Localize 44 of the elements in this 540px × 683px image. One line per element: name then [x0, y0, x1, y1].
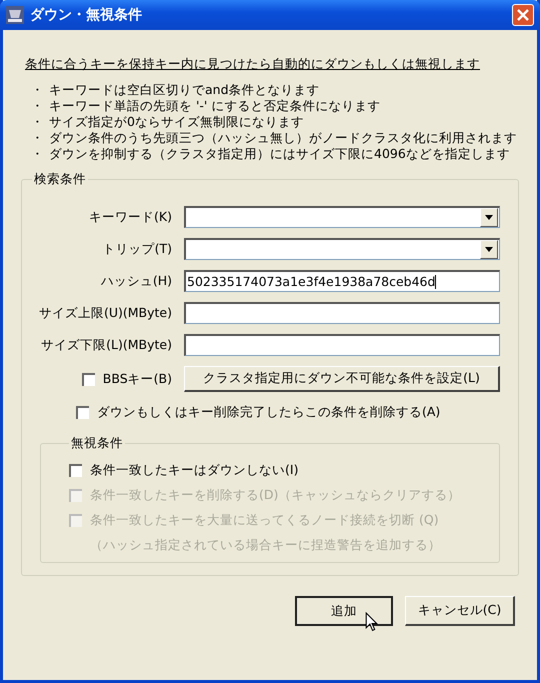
checkbox[interactable]	[69, 464, 82, 477]
checkbox-label: 条件一致したキーはダウンしない(I)	[90, 462, 298, 479]
dropdown-button[interactable]	[480, 208, 498, 227]
combo-box[interactable]	[184, 238, 500, 260]
bullet-mark: ・	[31, 99, 45, 113]
close-icon	[517, 9, 529, 21]
caret-icon	[485, 247, 493, 252]
bullet-text: サイズ指定が0ならサイズ無制限になります	[49, 115, 304, 129]
group-title: 無視条件	[70, 435, 124, 452]
bullet-text: キーワードは空白区切りでand条件となります	[49, 83, 320, 97]
cursor-icon	[365, 612, 378, 632]
input-field[interactable]	[184, 302, 500, 324]
field-label: サイズ下限(L)(MByte)	[40, 336, 172, 354]
add-button[interactable]: 追加	[295, 596, 393, 626]
checkbox-label: 条件一致したキーを大量に送ってくるノード接続を切断 (Q)	[90, 512, 439, 529]
field-label: トリップ(T)	[102, 240, 172, 258]
caret-icon	[485, 215, 493, 220]
field-label: サイズ上限(U)(MByte)	[38, 304, 172, 322]
option-note: （ハッシュ指定されている場合キーに捏造警告を追加する）	[90, 537, 442, 554]
bullet-mark: ・	[31, 83, 45, 97]
checkbox-label: BBSキー(B)	[102, 370, 172, 388]
window-title: ダウン・無視条件	[30, 6, 143, 24]
checkbox[interactable]	[76, 406, 89, 419]
checkbox-label: 条件一致したキーを削除する(D)（キャッシュならクリアする）	[90, 487, 460, 504]
bullet-text: ダウン条件のうち先頭三つ（ハッシュ無し）がノードクラスタ化に利用されます	[49, 131, 517, 145]
group-title: 検索条件	[33, 171, 87, 188]
bullet-text: ダウンを抑制する（クラスタ指定用）にはサイズ下限に4096などを指定します	[49, 147, 510, 161]
app-icon	[6, 6, 24, 24]
checkbox[interactable]	[82, 372, 95, 386]
checkbox-label: ダウンもしくはキー削除完了したらこの条件を削除する(A)	[97, 404, 440, 421]
bullet-mark: ・	[31, 115, 45, 129]
cluster-button[interactable]: クラスタ指定用にダウン不可能な条件を設定(L)	[184, 366, 500, 392]
cancel-button[interactable]: キャンセル(C)	[405, 596, 515, 626]
close-button[interactable]	[512, 4, 534, 26]
field-label: キーワード(K)	[88, 208, 172, 226]
field-label: ハッシュ(H)	[100, 272, 172, 290]
intro-text: 条件に合うキーを保持キー内に見つけたら自動的にダウンもしくは無視します	[25, 56, 480, 73]
bullet-mark: ・	[31, 131, 45, 145]
input-field[interactable]	[184, 334, 500, 356]
bullet-text: キーワード単語の先頭を '-' にすると否定条件になります	[49, 99, 380, 113]
bullet-mark: ・	[31, 147, 45, 161]
input-field[interactable]: 502335174073a1e3f4e1938a78ceb46d	[184, 270, 500, 292]
dropdown-button[interactable]	[480, 240, 498, 259]
combo-box[interactable]	[184, 206, 500, 228]
